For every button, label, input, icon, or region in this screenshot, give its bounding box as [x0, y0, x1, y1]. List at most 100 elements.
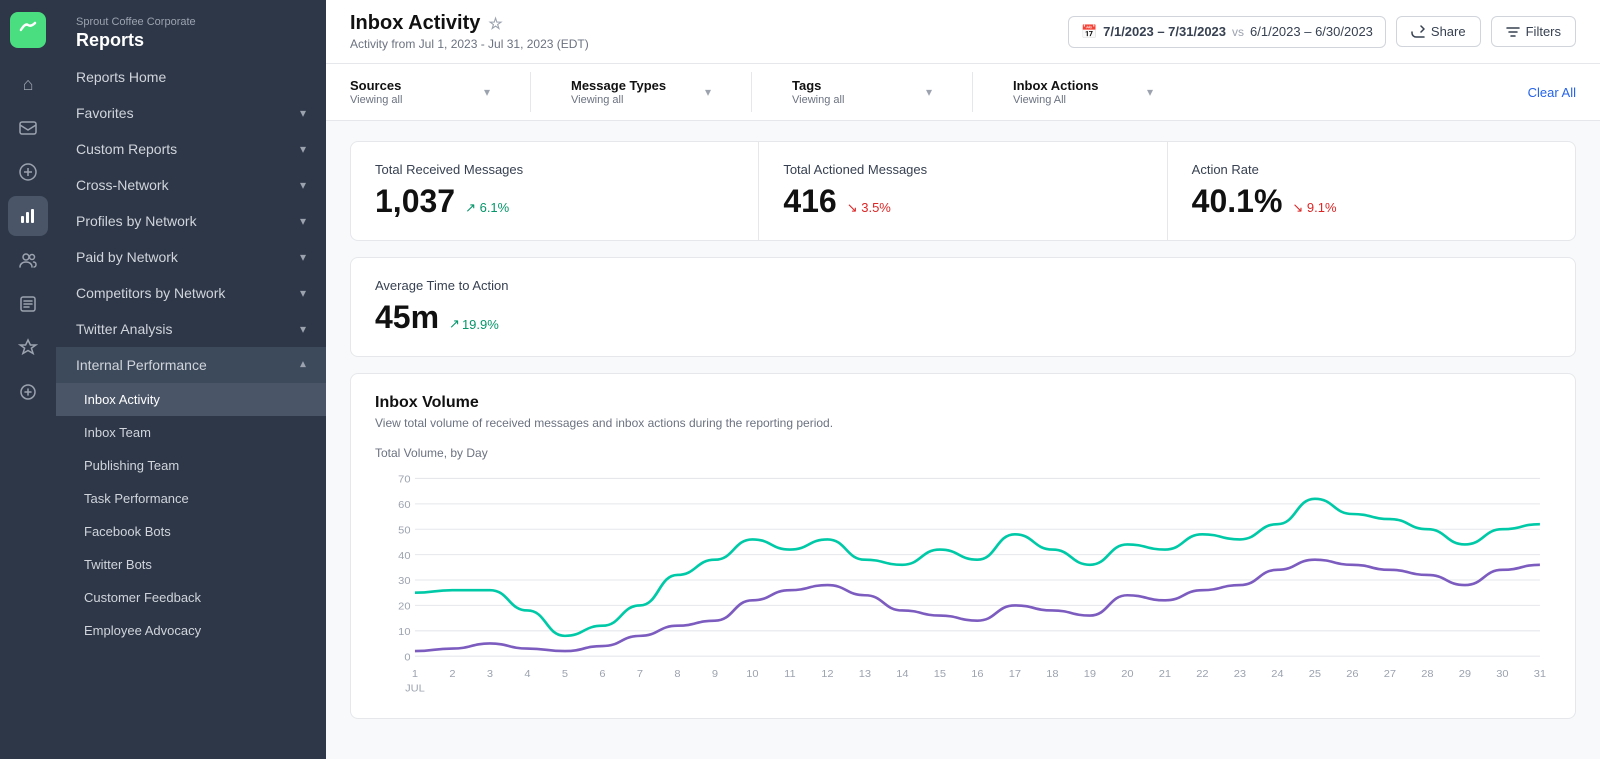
sub-nav-customer-feedback[interactable]: Customer Feedback	[56, 581, 326, 614]
sub-nav-task-performance[interactable]: Task Performance	[56, 482, 326, 515]
stat-value-row: 1,037 ↗ 6.1%	[375, 183, 734, 220]
sub-nav-employee-advocacy[interactable]: Employee Advocacy	[56, 614, 326, 647]
svg-text:27: 27	[1384, 668, 1396, 680]
svg-text:70: 70	[398, 474, 410, 486]
stat-value: 416	[783, 183, 836, 220]
stat-change: ↘ 3.5%	[847, 200, 891, 216]
competitors-chevron: ▾	[300, 286, 306, 300]
star-nav-icon[interactable]	[8, 328, 48, 368]
avg-time-value: 45m	[375, 299, 439, 336]
vs-label: vs	[1232, 25, 1244, 39]
message-types-filter[interactable]: Message Types Viewing all ▾	[571, 64, 711, 120]
filter-divider-2	[751, 72, 752, 112]
sub-nav-list: Inbox ActivityInbox TeamPublishing TeamT…	[56, 383, 326, 647]
cross-network-chevron: ▾	[300, 178, 306, 192]
svg-text:9: 9	[712, 668, 718, 680]
svg-text:JUL: JUL	[405, 683, 425, 695]
sub-nav-inbox-team[interactable]: Inbox Team	[56, 416, 326, 449]
profiles-chevron: ▾	[300, 214, 306, 228]
svg-text:20: 20	[1121, 668, 1133, 680]
chart-subtitle: View total volume of received messages a…	[375, 416, 1551, 430]
message-types-chevron: ▾	[705, 85, 711, 99]
svg-text:20: 20	[398, 601, 410, 613]
custom-reports-chevron: ▾	[300, 142, 306, 156]
tasks-nav-icon[interactable]	[8, 284, 48, 324]
stat-card: Total Actioned Messages 416 ↘ 3.5%	[759, 142, 1167, 240]
paid-chevron: ▾	[300, 250, 306, 264]
svg-text:24: 24	[1271, 668, 1283, 680]
svg-text:17: 17	[1009, 668, 1021, 680]
date-range-text: 7/1/2023 – 7/31/2023	[1103, 24, 1226, 39]
svg-text:25: 25	[1309, 668, 1321, 680]
svg-text:7: 7	[637, 668, 643, 680]
svg-text:23: 23	[1234, 668, 1246, 680]
share-button[interactable]: Share	[1396, 16, 1481, 47]
stat-value: 1,037	[375, 183, 455, 220]
inbox-actions-filter[interactable]: Inbox Actions Viewing All ▾	[1013, 64, 1153, 120]
tags-filter[interactable]: Tags Viewing all ▾	[792, 64, 932, 120]
internal-chevron: ▾	[300, 358, 306, 372]
sub-nav-publishing-team[interactable]: Publishing Team	[56, 449, 326, 482]
svg-text:3: 3	[487, 668, 493, 680]
left-nav: Sprout Coffee Corporate Reports Reports …	[56, 0, 326, 759]
stat-change: ↗ 6.1%	[465, 200, 509, 216]
page-title-row: Inbox Activity ☆	[350, 12, 589, 35]
people-nav-icon[interactable]	[8, 240, 48, 280]
twitter-chevron: ▾	[300, 322, 306, 336]
share-icon	[1411, 25, 1425, 39]
stat-value-row: 416 ↘ 3.5%	[783, 183, 1142, 220]
inbox-actions-chevron: ▾	[1147, 85, 1153, 99]
svg-text:15: 15	[934, 668, 946, 680]
section-title: Reports	[76, 30, 306, 51]
stat-card: Action Rate 40.1% ↘ 9.1%	[1168, 142, 1575, 240]
nav-custom-reports[interactable]: Custom Reports ▾	[56, 131, 326, 167]
svg-text:4: 4	[524, 668, 530, 680]
calendar-icon: 📅	[1081, 24, 1097, 40]
filters-button[interactable]: Filters	[1491, 16, 1576, 47]
svg-text:40: 40	[398, 550, 410, 562]
top-bar: Inbox Activity ☆ Activity from Jul 1, 20…	[326, 0, 1600, 64]
sources-filter[interactable]: Sources Viewing all ▾	[350, 64, 490, 120]
svg-text:19: 19	[1084, 668, 1096, 680]
favorite-star-icon[interactable]: ☆	[488, 14, 502, 34]
chart-axis-label: Total Volume, by Day	[375, 446, 1551, 460]
avg-time-value-row: 45m ↗ 19.9%	[375, 299, 1551, 336]
page-subtitle: Activity from Jul 1, 2023 - Jul 31, 2023…	[350, 37, 589, 51]
nav-cross-network[interactable]: Cross-Network ▾	[56, 167, 326, 203]
svg-text:1: 1	[412, 668, 418, 680]
sub-nav-twitter-bots[interactable]: Twitter Bots	[56, 548, 326, 581]
org-name: Sprout Coffee Corporate	[76, 16, 306, 28]
nav-competitors[interactable]: Competitors by Network ▾	[56, 275, 326, 311]
nav-profiles-by-network[interactable]: Profiles by Network ▾	[56, 203, 326, 239]
top-bar-left: Inbox Activity ☆ Activity from Jul 1, 20…	[350, 12, 589, 51]
top-bar-right: 📅 7/1/2023 – 7/31/2023 vs 6/1/2023 – 6/3…	[1068, 16, 1576, 48]
avg-time-change: ↗ 19.9%	[449, 316, 499, 332]
nav-favorites[interactable]: Favorites ▾	[56, 95, 326, 131]
chart-container: 0102030405060701234567891011121314151617…	[375, 468, 1551, 698]
inbox-nav-icon[interactable]	[8, 108, 48, 148]
chart-title: Inbox Volume	[375, 394, 1551, 412]
filter-divider-3	[972, 72, 973, 112]
icon-sidebar: ⌂	[0, 0, 56, 759]
sub-nav-inbox-activity[interactable]: Inbox Activity	[56, 383, 326, 416]
clear-all-button[interactable]: Clear All	[1528, 85, 1576, 100]
svg-text:21: 21	[1159, 668, 1171, 680]
publish-nav-icon[interactable]	[8, 152, 48, 192]
svg-text:28: 28	[1421, 668, 1433, 680]
sub-nav-facebook-bots[interactable]: Facebook Bots	[56, 515, 326, 548]
svg-text:30: 30	[398, 575, 410, 587]
favorites-chevron: ▾	[300, 106, 306, 120]
nav-twitter-analysis[interactable]: Twitter Analysis ▾	[56, 311, 326, 347]
svg-text:14: 14	[896, 668, 908, 680]
nav-reports-home[interactable]: Reports Home	[56, 59, 326, 95]
page-title: Inbox Activity	[350, 12, 480, 35]
stat-change: ↘ 9.1%	[1292, 200, 1336, 216]
plug-nav-icon[interactable]	[8, 372, 48, 412]
nav-paid-by-network[interactable]: Paid by Network ▾	[56, 239, 326, 275]
home-nav-icon[interactable]: ⌂	[8, 64, 48, 104]
stat-value-row: 40.1% ↘ 9.1%	[1192, 183, 1551, 220]
reports-nav-icon[interactable]	[8, 196, 48, 236]
nav-internal-performance[interactable]: Internal Performance ▾	[56, 347, 326, 383]
svg-text:31: 31	[1534, 668, 1546, 680]
date-range-button[interactable]: 📅 7/1/2023 – 7/31/2023 vs 6/1/2023 – 6/3…	[1068, 16, 1386, 48]
